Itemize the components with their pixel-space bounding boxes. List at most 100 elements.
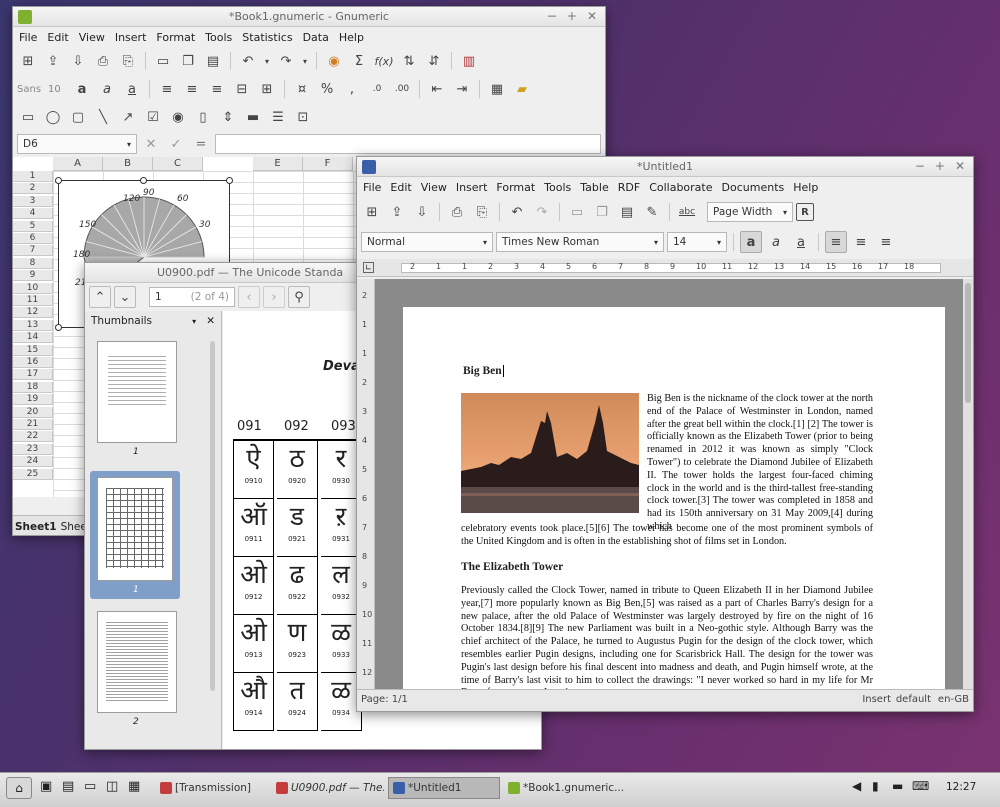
row-header[interactable]: 17	[13, 369, 53, 381]
font-name-field[interactable]: Sans	[17, 84, 45, 95]
radio-button-icon[interactable]: ◉	[167, 106, 189, 128]
redo-dropdown-icon[interactable]: ▾	[300, 50, 310, 72]
print-icon[interactable]: ⎙	[92, 50, 114, 72]
clock[interactable]: 12:27	[946, 781, 976, 793]
maximize-icon[interactable]: +	[935, 159, 945, 173]
rectangle-icon[interactable]: ▭	[17, 106, 39, 128]
row-header[interactable]: 10	[13, 282, 53, 294]
thumbnail-page[interactable]	[97, 341, 177, 443]
start-menu-icon[interactable]: ⌂	[6, 777, 32, 799]
redo-icon[interactable]: ↷	[275, 50, 297, 72]
resize-handle[interactable]	[140, 177, 147, 184]
cancel-entry-icon[interactable]: ✕	[140, 133, 162, 155]
sheet-tab-sheet1[interactable]: Sheet1	[15, 521, 57, 533]
menu-insert[interactable]: Insert	[456, 181, 488, 194]
column-header[interactable]: F	[303, 157, 353, 171]
row-header[interactable]: 7	[13, 245, 53, 257]
abiword-window[interactable]: *Untitled1 − + ✕ File Edit View Insert Forma…	[356, 156, 974, 712]
row-header[interactable]: 4	[13, 208, 53, 220]
row-header[interactable]: 6	[13, 233, 53, 244]
minimize-icon[interactable]: −	[915, 159, 925, 173]
save-file-icon[interactable]: ⇩	[67, 50, 89, 72]
taskbar-item-pdf[interactable]: U0900.pdf — The...	[272, 777, 384, 799]
menu-table[interactable]: Table	[580, 181, 608, 194]
font-dropdown[interactable]: Times New Roman ▾	[496, 232, 664, 252]
align-left-icon[interactable]: ≡	[156, 78, 178, 100]
borders-icon[interactable]: ▦	[486, 78, 508, 100]
folder-icon[interactable]: ▭	[84, 779, 96, 794]
percent-icon[interactable]: %	[316, 78, 338, 100]
undo-icon[interactable]: ↶	[506, 201, 528, 223]
thumbnail-page[interactable]	[97, 611, 177, 713]
vertical-scrollbar[interactable]	[963, 279, 973, 689]
fill-color-icon[interactable]: ▰	[511, 78, 533, 100]
menu-collaborate[interactable]: Collaborate	[649, 181, 712, 194]
page-number-field[interactable]: 1 (2 of 4)	[149, 287, 235, 307]
menu-tools[interactable]: Tools	[544, 181, 571, 194]
doc-heading[interactable]: The Elizabeth Tower	[461, 561, 563, 573]
chart-icon[interactable]: ▥	[458, 50, 480, 72]
format-painter-icon[interactable]: ✎	[641, 201, 663, 223]
decrease-decimals-icon[interactable]: .00	[391, 78, 413, 100]
column-header[interactable]: B	[103, 157, 153, 171]
zoom-dropdown[interactable]: Page Width ▾	[707, 202, 793, 222]
italic-icon[interactable]: a	[765, 231, 787, 253]
menu-statistics[interactable]: Statistics	[242, 31, 292, 44]
undo-icon[interactable]: ↶	[237, 50, 259, 72]
accept-entry-icon[interactable]: ✓	[165, 133, 187, 155]
volume-icon[interactable]: ◀	[852, 779, 861, 793]
checkbox-icon[interactable]: ☑	[142, 106, 164, 128]
minimize-icon[interactable]: −	[547, 9, 557, 23]
big-ben-photo[interactable]	[461, 393, 639, 513]
menu-rdf[interactable]: RDF	[618, 181, 640, 194]
vertical-ruler[interactable]: 2 1 1 2 3 4 5 6 7 8 9 10 11 12	[357, 279, 375, 689]
menu-help[interactable]: Help	[793, 181, 818, 194]
line-icon[interactable]: ╲	[92, 106, 114, 128]
equals-icon[interactable]: =	[190, 133, 212, 155]
scrollbar-icon[interactable]: ▯	[192, 106, 214, 128]
resize-handle[interactable]	[55, 324, 62, 331]
menu-file[interactable]: File	[19, 31, 37, 44]
redo-icon[interactable]: ↷	[531, 201, 553, 223]
save-file-icon[interactable]: ⇩	[411, 201, 433, 223]
formula-input[interactable]	[215, 134, 601, 154]
row-header[interactable]: 24	[13, 456, 53, 468]
doc-title[interactable]: Big Ben	[463, 365, 504, 377]
align-right-icon[interactable]: ≡	[875, 231, 897, 253]
maximize-icon[interactable]: +	[567, 9, 577, 23]
sheet-tab-sheet2[interactable]: Shee	[61, 521, 87, 533]
rdf-icon[interactable]: R	[796, 203, 814, 221]
row-header[interactable]: 1	[13, 171, 53, 182]
align-right-icon[interactable]: ≡	[206, 78, 228, 100]
row-header[interactable]: 8	[13, 257, 53, 269]
menu-data[interactable]: Data	[303, 31, 329, 44]
menu-insert[interactable]: Insert	[115, 31, 147, 44]
merge-cells-icon[interactable]: ⊟	[231, 78, 253, 100]
row-header[interactable]: 18	[13, 381, 53, 393]
underline-icon[interactable]: a	[121, 78, 143, 100]
back-icon[interactable]: ‹	[238, 286, 260, 308]
thumbnail-page[interactable]	[97, 477, 173, 581]
open-file-icon[interactable]: ⇪	[386, 201, 408, 223]
resize-handle[interactable]	[226, 177, 233, 184]
column-header[interactable]: A	[53, 157, 103, 171]
print-preview-icon[interactable]: ⎘	[117, 50, 139, 72]
font-size-field[interactable]: 10	[48, 84, 68, 95]
thousands-icon[interactable]: ,	[341, 78, 363, 100]
row-header[interactable]: 21	[13, 419, 53, 430]
button-widget-icon[interactable]: ▬	[242, 106, 264, 128]
currency-icon[interactable]: ¤	[291, 78, 313, 100]
menu-help[interactable]: Help	[339, 31, 364, 44]
font-size-dropdown[interactable]: 14 ▾	[667, 232, 727, 252]
row-header[interactable]: 14	[13, 332, 53, 344]
taskbar-item-transmission[interactable]: [Transmission]	[156, 777, 268, 799]
open-file-icon[interactable]: ⇪	[42, 50, 64, 72]
bold-icon[interactable]: a	[71, 78, 93, 100]
italic-icon[interactable]: a	[96, 78, 118, 100]
menu-edit[interactable]: Edit	[47, 31, 68, 44]
bold-icon[interactable]: a	[740, 231, 762, 253]
align-left-icon[interactable]: ≡	[825, 231, 847, 253]
gnumeric-titlebar[interactable]: *Book1.gnumeric - Gnumeric − + ✕	[13, 7, 605, 27]
file-manager-icon[interactable]: ▣	[40, 779, 52, 794]
row-header[interactable]: 25	[13, 468, 53, 480]
